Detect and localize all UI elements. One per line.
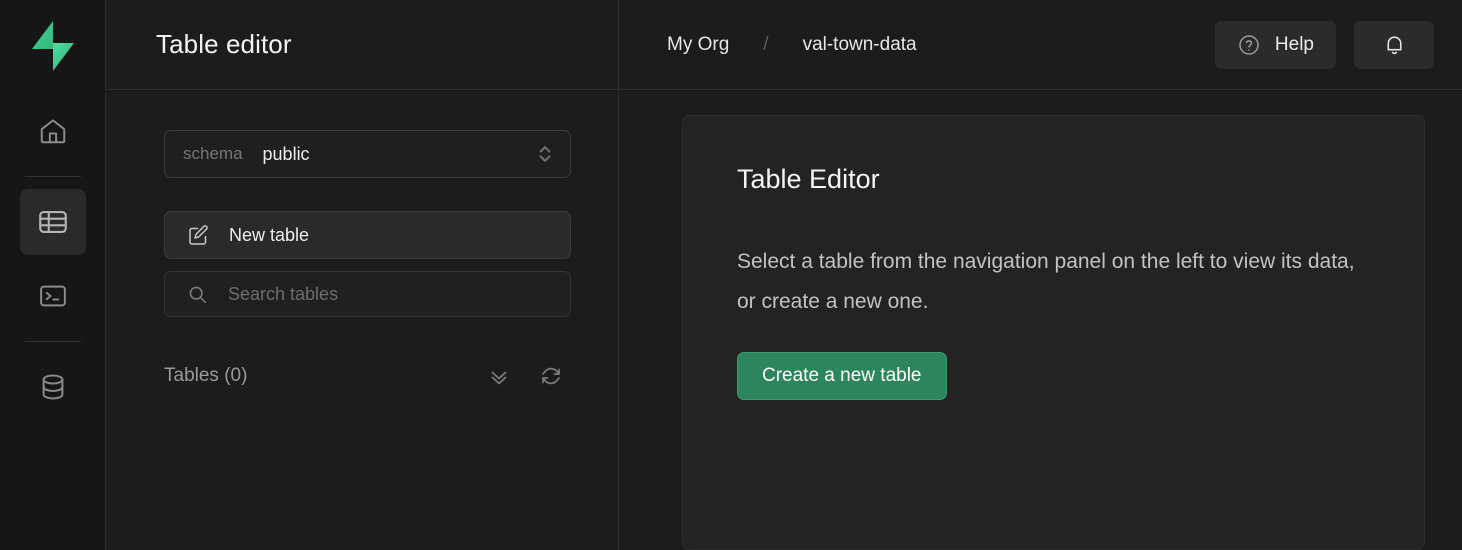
supabase-logo-icon bbox=[29, 20, 77, 72]
schema-selector[interactable]: schema public bbox=[164, 130, 571, 178]
create-new-table-button[interactable]: Create a new table bbox=[737, 352, 947, 400]
table-icon bbox=[36, 205, 70, 239]
question-circle-icon bbox=[1237, 33, 1261, 57]
tables-count-label: Tables (0) bbox=[164, 365, 247, 387]
search-icon bbox=[187, 284, 208, 305]
table-editor-panel: Table editor schema public bbox=[106, 0, 619, 550]
card-description: Select a table from the navigation panel… bbox=[737, 242, 1370, 322]
breadcrumb-org[interactable]: My Org bbox=[667, 34, 729, 56]
search-input[interactable] bbox=[228, 284, 570, 305]
database-icon bbox=[38, 372, 68, 402]
page-title: Table editor bbox=[156, 29, 292, 60]
breadcrumb-project[interactable]: val-town-data bbox=[803, 34, 917, 56]
breadcrumb-separator: / bbox=[763, 34, 768, 56]
new-table-label: New table bbox=[229, 225, 309, 246]
chevron-up-down-icon bbox=[534, 139, 556, 169]
main-content: Table Editor Select a table from the nav… bbox=[619, 90, 1462, 550]
schema-selector-label: schema bbox=[183, 144, 243, 164]
refresh-icon[interactable] bbox=[539, 364, 563, 388]
search-tables-field[interactable] bbox=[164, 271, 571, 317]
edit-square-icon bbox=[187, 223, 211, 247]
bell-icon bbox=[1382, 32, 1407, 57]
table-editor-empty-card: Table Editor Select a table from the nav… bbox=[682, 115, 1425, 550]
icon-rail bbox=[0, 0, 106, 550]
top-bar: My Org / val-town-data Help bbox=[619, 0, 1462, 90]
rail-divider-2 bbox=[25, 341, 81, 342]
rail-divider-1 bbox=[25, 176, 81, 177]
notifications-button[interactable] bbox=[1354, 21, 1434, 69]
sidebar-item-table-editor[interactable] bbox=[20, 189, 86, 255]
app-root: Table editor schema public bbox=[0, 0, 1462, 550]
main-area: My Org / val-town-data Help bbox=[619, 0, 1462, 550]
top-bar-actions: Help bbox=[1215, 21, 1434, 69]
sidebar-item-home[interactable] bbox=[20, 98, 86, 164]
card-title: Table Editor bbox=[737, 164, 1370, 195]
home-icon bbox=[38, 116, 68, 146]
schema-selector-value: public bbox=[263, 144, 310, 165]
sidebar-item-sql-editor[interactable] bbox=[20, 263, 86, 329]
panel-header: Table editor bbox=[106, 0, 618, 90]
tables-section-header: Tables (0) bbox=[164, 364, 571, 388]
terminal-icon bbox=[38, 281, 68, 311]
help-button[interactable]: Help bbox=[1215, 21, 1336, 69]
sidebar-item-database[interactable] bbox=[20, 354, 86, 420]
tables-header-actions bbox=[487, 364, 571, 388]
chevrons-down-icon[interactable] bbox=[487, 364, 511, 388]
panel-body: schema public New table bbox=[106, 90, 618, 388]
supabase-logo[interactable] bbox=[25, 18, 81, 74]
help-label: Help bbox=[1275, 34, 1314, 56]
new-table-button[interactable]: New table bbox=[164, 211, 571, 259]
